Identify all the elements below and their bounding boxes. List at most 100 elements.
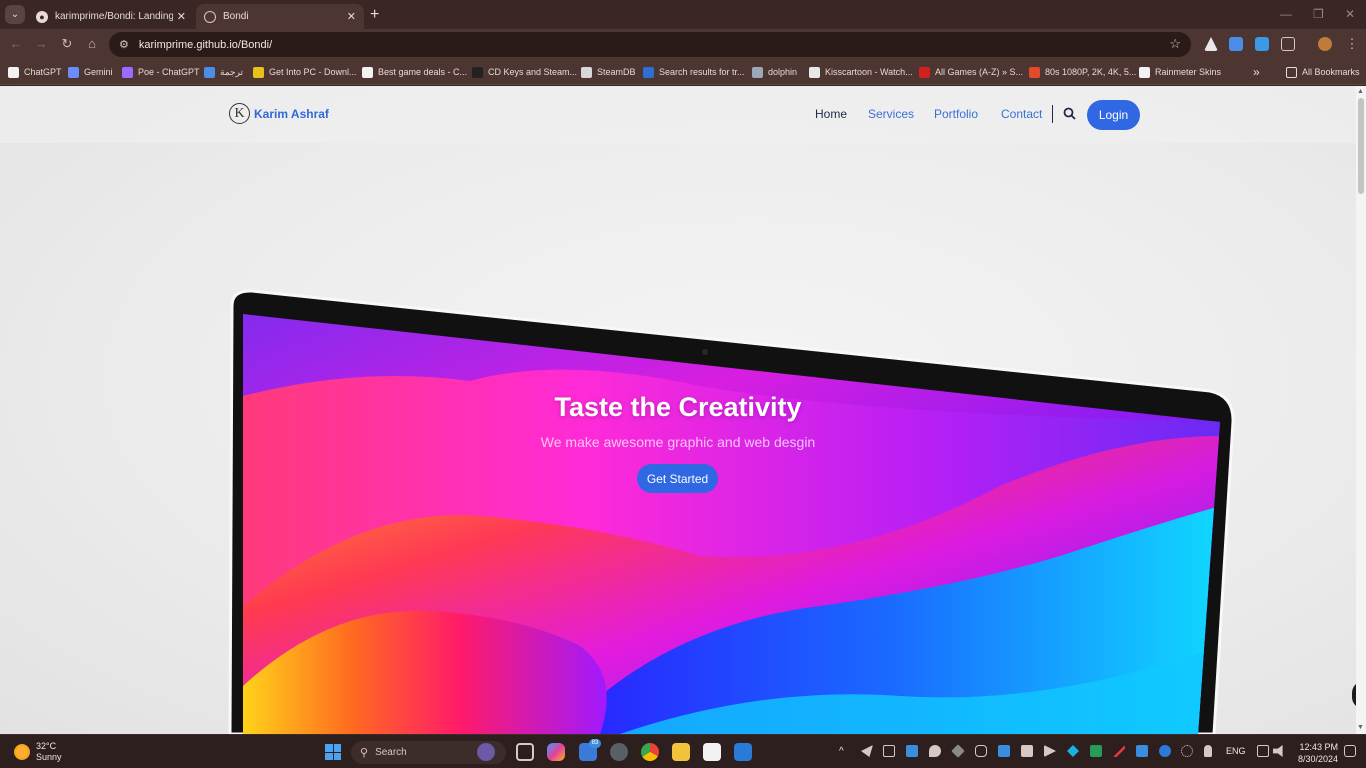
usb-icon[interactable] [883, 745, 895, 757]
bookmark-label: CD Keys and Steam... [488, 67, 578, 77]
microphone-icon[interactable] [1204, 745, 1212, 757]
clock-time: 12:43 PM [1299, 742, 1338, 752]
bookmark-star-icon[interactable]: ☆ [1169, 36, 1181, 52]
search-icon[interactable] [1063, 107, 1076, 120]
nav-contact[interactable]: Contact [1001, 107, 1042, 121]
scrollbar-thumb[interactable] [1358, 98, 1364, 194]
bookmark-kisscartoon[interactable]: Kisscartoon - Watch... [809, 65, 913, 79]
telegram-icon[interactable] [861, 745, 873, 757]
minimize-button[interactable]: — [1280, 7, 1292, 21]
reload-icon[interactable]: ↻ [58, 36, 76, 52]
system-clock[interactable]: 12:43 PM 8/30/2024 [1296, 741, 1338, 765]
bookmark-cdkeys[interactable]: CD Keys and Steam... [472, 65, 577, 79]
microsoft-store-icon[interactable] [703, 743, 721, 761]
bookmark-steamdb[interactable]: SteamDB [581, 65, 636, 79]
bookmark-label: Gemini [84, 67, 113, 77]
site-logo[interactable]: K Karim Ashraf [229, 103, 329, 124]
scroll-up-arrow-icon[interactable]: ▲ [1357, 88, 1364, 95]
nav-services[interactable]: Services [868, 107, 914, 121]
volume-icon[interactable] [1273, 745, 1283, 757]
bookmark-gemini[interactable]: Gemini [68, 65, 113, 79]
red-slash-icon[interactable] [1113, 745, 1125, 757]
bookmark-dolphin[interactable]: dolphin [752, 65, 797, 79]
new-tab-button[interactable]: + [370, 6, 379, 24]
tab-close-icon[interactable]: ✕ [177, 10, 186, 23]
kite-icon[interactable] [1067, 745, 1079, 757]
search-results-icon [643, 66, 654, 78]
bookmark-allgames[interactable]: All Games (A-Z) » S... [919, 65, 1023, 79]
home-icon[interactable]: ⌂ [83, 36, 101, 51]
notifications-icon[interactable] [1344, 745, 1356, 757]
all-bookmarks-folder[interactable]: All Bookmarks [1286, 65, 1360, 79]
vscode-icon[interactable] [734, 743, 752, 761]
bookmark-translate[interactable]: ترجمة [204, 65, 243, 79]
restore-button[interactable]: ❐ [1313, 7, 1324, 21]
download-icon[interactable] [1255, 37, 1269, 51]
bookmark-label: All Bookmarks [1302, 67, 1360, 77]
tab-label: karimprime/Bondi: Landing Pag [55, 11, 173, 22]
file-explorer-icon[interactable] [672, 743, 690, 761]
app-tray-icon[interactable] [906, 745, 918, 757]
profile-avatar-icon[interactable] [1318, 37, 1332, 51]
cursor-tool-icon[interactable] [1044, 745, 1056, 757]
translate-icon[interactable] [1229, 37, 1243, 51]
app-hex-icon[interactable] [610, 743, 628, 761]
rainmeter-icon [1139, 66, 1150, 78]
address-bar[interactable]: ⚙ karimprime.github.io/Bondi/ ☆ [109, 32, 1191, 57]
extension-triangle-icon[interactable] [1204, 37, 1218, 51]
url-text[interactable]: karimprime.github.io/Bondi/ [139, 39, 272, 51]
green-app-icon[interactable] [1090, 745, 1102, 757]
copilot-search-art-icon[interactable] [477, 743, 495, 761]
copilot-icon[interactable] [547, 743, 565, 761]
tab-bondi[interactable]: Bondi ✕ [196, 4, 364, 29]
bookmark-search-results[interactable]: Search results for tr... [643, 65, 745, 79]
bookmark-rainmeter[interactable]: Rainmeter Skins [1139, 65, 1221, 79]
menu-dots-icon[interactable]: ⋮ [1343, 36, 1361, 52]
tab-close-icon[interactable]: ✕ [347, 10, 356, 23]
network-icon[interactable] [1257, 745, 1269, 757]
nav-home[interactable]: Home [815, 107, 847, 121]
gemini-icon [68, 66, 79, 78]
brightness-icon[interactable] [1181, 745, 1193, 757]
monitor-icon[interactable] [1136, 745, 1148, 757]
site-info-icon[interactable]: ⚙ [119, 38, 129, 51]
bluetooth-icon[interactable] [1159, 745, 1171, 757]
sun-weather-icon[interactable] [14, 744, 30, 760]
windows-start-icon[interactable] [325, 744, 341, 760]
chrome-icon[interactable] [641, 743, 659, 761]
tray-overflow-icon[interactable]: ^ [839, 746, 844, 757]
bookmark-getintopc[interactable]: Get Into PC - Downl... [253, 65, 357, 79]
back-arrow-icon[interactable]: ← [7, 36, 25, 51]
page-scrollbar[interactable]: ▲ ▼ [1356, 86, 1366, 734]
language-indicator[interactable]: ENG [1226, 746, 1246, 756]
close-window-button[interactable]: ✕ [1345, 7, 1355, 21]
login-button[interactable]: Login [1087, 100, 1140, 130]
nav-portfolio[interactable]: Portfolio [934, 107, 978, 121]
bookmark-chatgpt[interactable]: ChatGPT [8, 65, 62, 79]
cdkeys-icon [472, 66, 483, 78]
get-started-button[interactable]: Get Started [637, 464, 718, 493]
task-view-icon[interactable] [516, 743, 534, 761]
kisscartoon-icon [809, 66, 820, 78]
dolphin-icon [752, 66, 763, 78]
tab-github[interactable]: ● karimprime/Bondi: Landing Pag ✕ [28, 4, 194, 29]
bookmark-label: Best game deals - C... [378, 67, 468, 77]
bookmark-poe[interactable]: Poe - ChatGPT [122, 65, 200, 79]
scroll-down-arrow-icon[interactable]: ▼ [1357, 724, 1364, 731]
forward-arrow-icon[interactable]: → [32, 36, 50, 51]
weather-widget[interactable]: 32°C Sunny [36, 741, 62, 763]
diamond-icon[interactable] [951, 744, 965, 758]
bitwarden-icon[interactable] [1021, 745, 1033, 757]
search-icon: ⚲ [360, 747, 369, 759]
bookmarks-overflow-button[interactable]: » [1253, 65, 1260, 79]
app-blue-icon[interactable] [998, 745, 1010, 757]
tab-label: Bondi [223, 11, 249, 22]
bookmark-80s[interactable]: 80s 1080P, 2K, 4K, 5... [1029, 65, 1136, 79]
drop-icon[interactable] [929, 745, 941, 757]
bookmark-gamedeals[interactable]: Best game deals - C... [362, 65, 467, 79]
discord-icon[interactable] [975, 745, 987, 757]
tab-search-chevron-icon[interactable]: ⌄ [5, 5, 25, 24]
extensions-puzzle-icon[interactable] [1281, 37, 1295, 51]
taskbar-search-label: Search [375, 747, 407, 758]
bookmark-label: ترجمة [220, 66, 244, 77]
